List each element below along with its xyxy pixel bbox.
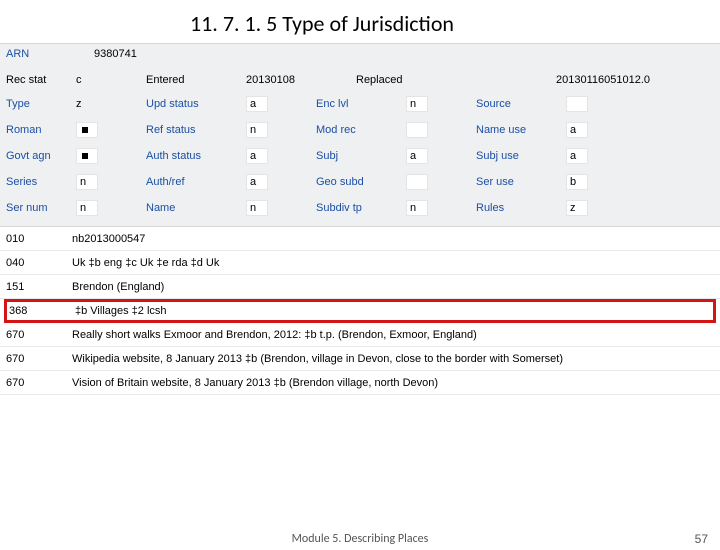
marc-tag: 670 bbox=[6, 353, 72, 365]
field-value[interactable]: a bbox=[246, 96, 268, 112]
field-value[interactable]: n bbox=[246, 122, 268, 138]
marc-field-highlighted: 368‡b Villages ‡2 lcsh bbox=[4, 299, 716, 323]
rec-stat-value: c bbox=[76, 74, 146, 86]
field-label-name[interactable]: Name bbox=[146, 202, 246, 214]
field-label-auth-status[interactable]: Auth status bbox=[146, 150, 246, 162]
marc-tag: 010 bbox=[6, 233, 72, 245]
field-label-ref-status[interactable]: Ref status bbox=[146, 124, 246, 136]
field-value[interactable]: n bbox=[246, 200, 268, 216]
field-label-subj[interactable]: Subj bbox=[316, 150, 406, 162]
field-label-enc-lvl[interactable]: Enc lvl bbox=[316, 98, 406, 110]
field-label-ser-use[interactable]: Ser use bbox=[476, 176, 566, 188]
marc-content: Brendon (England) bbox=[72, 281, 164, 293]
slide-title: 11. 7. 1. 5 Type of Jurisdiction bbox=[190, 10, 720, 37]
footer-text: Module 5. Describing Places bbox=[0, 532, 720, 546]
replaced-value: 20130116051012.0 bbox=[556, 74, 706, 86]
field-value: z bbox=[76, 98, 146, 110]
fill-character-icon bbox=[82, 127, 88, 133]
marc-field-row: 040Uk ‡b eng ‡c Uk ‡e rda ‡d Uk bbox=[0, 251, 720, 275]
field-label-mod-rec[interactable]: Mod rec bbox=[316, 124, 406, 136]
field-label-auth-ref[interactable]: Auth/ref bbox=[146, 176, 246, 188]
field-value[interactable] bbox=[566, 96, 588, 112]
field-value[interactable]: a bbox=[566, 148, 588, 164]
marc-content: Vision of Britain website, 8 January 201… bbox=[72, 377, 438, 389]
marc-field-row: 010nb2013000547 bbox=[0, 227, 720, 251]
fill-character-icon bbox=[82, 153, 88, 159]
marc-tag: 670 bbox=[6, 377, 72, 389]
entered-value: 20130108 bbox=[246, 74, 356, 86]
field-label-rules[interactable]: Rules bbox=[476, 202, 566, 214]
field-value[interactable]: n bbox=[76, 200, 98, 216]
field-label-series[interactable]: Series bbox=[6, 176, 76, 188]
marc-field-row: 151Brendon (England) bbox=[0, 275, 720, 299]
field-value[interactable] bbox=[76, 148, 98, 164]
marc-content: ‡b Villages ‡2 lcsh bbox=[75, 305, 167, 317]
marc-tag: 040 bbox=[6, 257, 72, 269]
field-value[interactable]: z bbox=[566, 200, 588, 216]
field-label-geo-subd[interactable]: Geo subd bbox=[316, 176, 406, 188]
marc-tag: 670 bbox=[6, 329, 72, 341]
authority-fixed-fields: ARN 9380741 Rec stat c Entered 20130108 … bbox=[0, 43, 720, 227]
field-label-subj-use[interactable]: Subj use bbox=[476, 150, 566, 162]
field-label-subdiv-tp[interactable]: Subdiv tp bbox=[316, 202, 406, 214]
field-label-type[interactable]: Type bbox=[6, 98, 76, 110]
field-value[interactable] bbox=[76, 122, 98, 138]
marc-content: Wikipedia website, 8 January 2013 ‡b (Br… bbox=[72, 353, 563, 365]
field-value[interactable]: n bbox=[406, 96, 428, 112]
rec-stat-label: Rec stat bbox=[6, 74, 76, 86]
arn-row: ARN 9380741 bbox=[0, 44, 720, 68]
field-label-roman[interactable]: Roman bbox=[6, 124, 76, 136]
field-label-upd-status[interactable]: Upd status bbox=[146, 98, 246, 110]
field-label-ser-num[interactable]: Ser num bbox=[6, 202, 76, 214]
field-value[interactable]: a bbox=[406, 148, 428, 164]
variable-fields: 010nb2013000547040Uk ‡b eng ‡c Uk ‡e rda… bbox=[0, 227, 720, 395]
field-value[interactable] bbox=[406, 174, 428, 190]
page-number: 57 bbox=[695, 532, 708, 546]
marc-tag: 151 bbox=[6, 281, 72, 293]
entered-label: Entered bbox=[146, 74, 246, 86]
field-label-name-use[interactable]: Name use bbox=[476, 124, 566, 136]
fixed-field-grid: TypezUpd statusaEnc lvlnSource RomanRef … bbox=[0, 94, 720, 226]
field-value[interactable]: n bbox=[76, 174, 98, 190]
arn-label[interactable]: ARN bbox=[6, 48, 72, 60]
field-label-source[interactable]: Source bbox=[476, 98, 566, 110]
field-value[interactable]: n bbox=[406, 200, 428, 216]
marc-content: Uk ‡b eng ‡c Uk ‡e rda ‡d Uk bbox=[72, 257, 219, 269]
arn-value: 9380741 bbox=[94, 48, 137, 60]
replaced-label: Replaced bbox=[356, 74, 446, 86]
marc-content: Really short walks Exmoor and Brendon, 2… bbox=[72, 329, 477, 341]
status-row: Rec stat c Entered 20130108 Replaced 201… bbox=[0, 68, 720, 94]
marc-field-row: 670Vision of Britain website, 8 January … bbox=[0, 371, 720, 395]
field-value[interactable] bbox=[406, 122, 428, 138]
field-value[interactable]: a bbox=[566, 122, 588, 138]
marc-tag: 368 bbox=[9, 305, 75, 317]
field-label-govt-agn[interactable]: Govt agn bbox=[6, 150, 76, 162]
field-value[interactable]: a bbox=[246, 174, 268, 190]
field-value[interactable]: b bbox=[566, 174, 588, 190]
marc-content: nb2013000547 bbox=[72, 233, 145, 245]
field-value[interactable]: a bbox=[246, 148, 268, 164]
marc-field-row: 670Wikipedia website, 8 January 2013 ‡b … bbox=[0, 347, 720, 371]
marc-field-row: 670Really short walks Exmoor and Brendon… bbox=[0, 323, 720, 347]
